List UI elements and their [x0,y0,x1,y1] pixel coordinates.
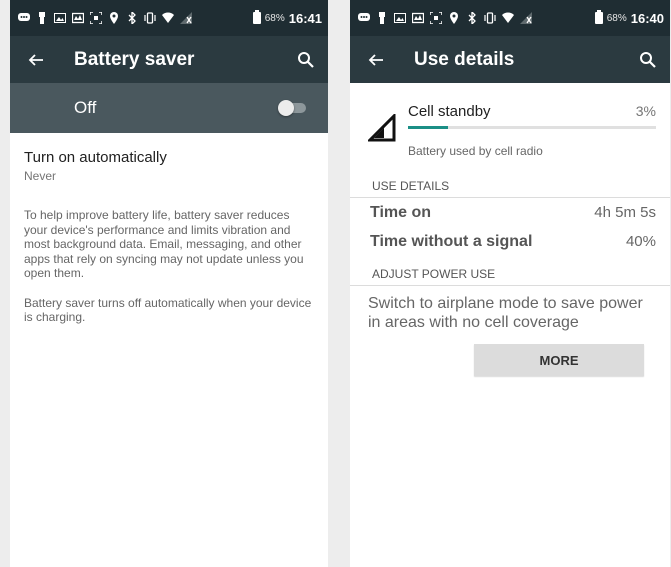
detail-row: Time without a signal 40% [350,227,670,256]
image-notification-icon [54,13,66,23]
search-icon [640,51,656,68]
back-button[interactable] [364,48,388,72]
usage-title: Cell standby [408,103,491,120]
search-icon [298,51,314,68]
detail-value: 40% [625,233,656,250]
image-notification-icon [394,13,406,23]
use-details-screen: 68% 16:40 Use details Cell standby 3% Ba… [350,0,670,567]
toggle-thumb [278,100,294,116]
usage-summary: Cell standby 3% Battery used by cell rad… [350,83,670,168]
battery-saver-switch-bar[interactable]: Off [10,83,328,133]
page-title: Use details [414,48,515,70]
cell-signal-icon [368,114,396,142]
figure-notification-icon [379,12,385,24]
gallery-notification-icon [72,12,84,24]
adjust-description: Switch to airplane mode to save power in… [368,295,643,331]
battery-percent: 68% [264,12,285,24]
battery-percent: 68% [606,12,627,24]
screenshot-icon [430,12,442,24]
screenshot-icon [90,12,102,24]
usage-progress-fill [408,126,448,129]
turn-on-automatically-pref[interactable]: Turn on automatically Never [10,133,328,183]
figure-notification-icon [39,12,45,24]
status-bar: 68% 16:40 [350,0,670,36]
status-time: 16:40 [630,10,664,26]
app-bar: Use details [350,36,670,83]
arrow-back-icon [28,53,43,66]
battery-saver-toggle[interactable] [278,100,308,116]
battery-saver-screen: 68% 16:41 Battery saver Off Turn on auto… [10,0,328,567]
bluetooth-icon [128,12,136,24]
location-icon [450,12,458,24]
status-bar: 68% 16:41 [10,0,328,36]
location-icon [110,12,118,24]
switch-label: Off [74,98,97,117]
no-signal-icon [180,12,192,24]
search-button[interactable] [636,48,660,72]
bluetooth-icon [468,12,476,24]
pref-summary: Never [24,169,57,183]
use-details-header: USE DETAILS [350,168,670,198]
wifi-icon [502,12,514,23]
battery-icon [594,10,603,24]
gallery-notification-icon [412,12,424,24]
usage-percent: 3% [635,103,656,119]
status-time: 16:41 [288,10,322,26]
page-title: Battery saver [74,48,195,70]
more-button[interactable]: MORE [474,344,644,376]
battery-icon [252,10,261,24]
message-notification-icon [18,13,30,21]
message-notification-icon [358,13,370,21]
detail-value: 4h 5m 5s [594,204,656,221]
info-paragraph: To help improve battery life, battery sa… [24,208,304,280]
adjust-power-header: ADJUST POWER USE [350,256,670,286]
vibrate-icon [484,12,496,24]
detail-label: Time on [370,203,432,221]
detail-row: Time on 4h 5m 5s [350,198,670,227]
usage-progress-bar [408,126,656,129]
pref-title: Turn on automatically [24,149,167,166]
search-button[interactable] [294,48,318,72]
detail-label: Time without a signal [370,232,533,250]
vibrate-icon [144,12,156,24]
app-bar: Battery saver [10,36,328,83]
wifi-icon [162,12,174,23]
no-signal-icon [520,12,532,24]
usage-subtitle: Battery used by cell radio [408,144,543,158]
arrow-back-icon [368,53,383,66]
back-button[interactable] [24,48,48,72]
info-paragraph: Battery saver turns off automatically wh… [24,295,312,325]
